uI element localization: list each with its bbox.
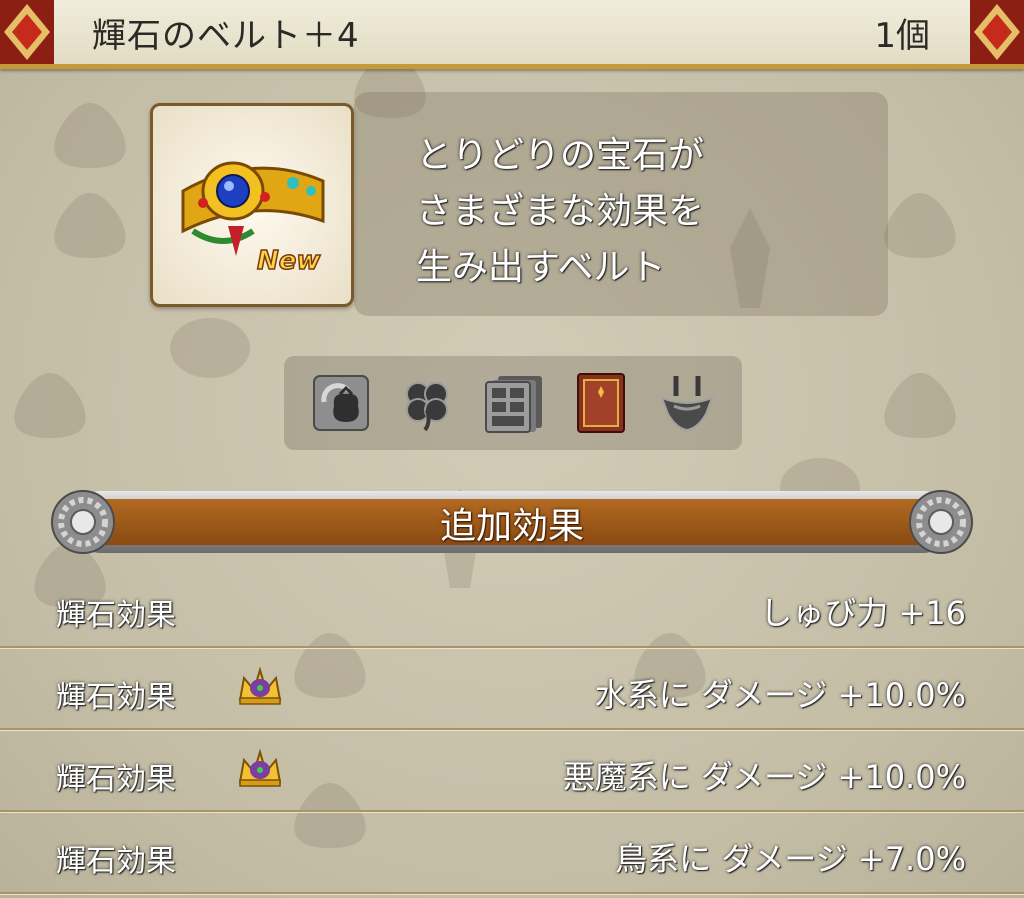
effect-value: 悪魔系に ダメージ +10.0%: [562, 758, 966, 796]
effect-row: 輝石効果 鳥系に ダメージ +7.0%: [0, 812, 1024, 894]
effect-row: 輝石効果 水系に ダメージ +10.0%: [0, 648, 1024, 730]
armor-icon[interactable]: [656, 372, 718, 434]
drawer-stack-icon[interactable]: [484, 372, 546, 434]
crown-icon: [238, 748, 282, 787]
clover-icon[interactable]: [396, 372, 458, 434]
effect-label: 輝石効果: [56, 598, 176, 633]
effect-value: 鳥系に ダメージ +7.0%: [615, 840, 966, 878]
diamond-ornament-icon: [970, 0, 1024, 64]
effect-value: しゅび力 +16: [760, 594, 966, 632]
item-count: 1個: [874, 16, 930, 56]
effect-label: 輝石効果: [56, 680, 176, 715]
effect-label: 輝石効果: [56, 844, 176, 879]
item-description: とりどりの宝石が さまざまな効果を 生み出すベルト: [416, 128, 856, 296]
diamond-ornament-icon: [0, 0, 54, 64]
book-icon[interactable]: [570, 372, 632, 434]
item-title: 輝石のベルト＋4: [92, 16, 360, 56]
crown-icon: [238, 666, 282, 705]
effect-row: 輝石効果 悪魔系に ダメージ +10.0%: [0, 730, 1024, 812]
item-header: 輝石のベルト＋4 1個: [0, 0, 1024, 69]
effect-value: 水系に ダメージ +10.0%: [594, 676, 966, 714]
description-line: とりどりの宝石が: [416, 135, 705, 176]
bag-cycle-icon[interactable]: [310, 372, 372, 434]
description-line: さまざまな効果を: [416, 191, 705, 232]
item-icon-frame: New: [150, 103, 354, 307]
effect-row: 輝石効果 しゅび力 +16: [0, 566, 1024, 648]
description-line: 生み出すベルト: [416, 247, 666, 288]
new-badge: New: [256, 245, 321, 277]
effect-label: 輝石効果: [56, 762, 176, 797]
section-title: 追加効果: [439, 506, 584, 547]
